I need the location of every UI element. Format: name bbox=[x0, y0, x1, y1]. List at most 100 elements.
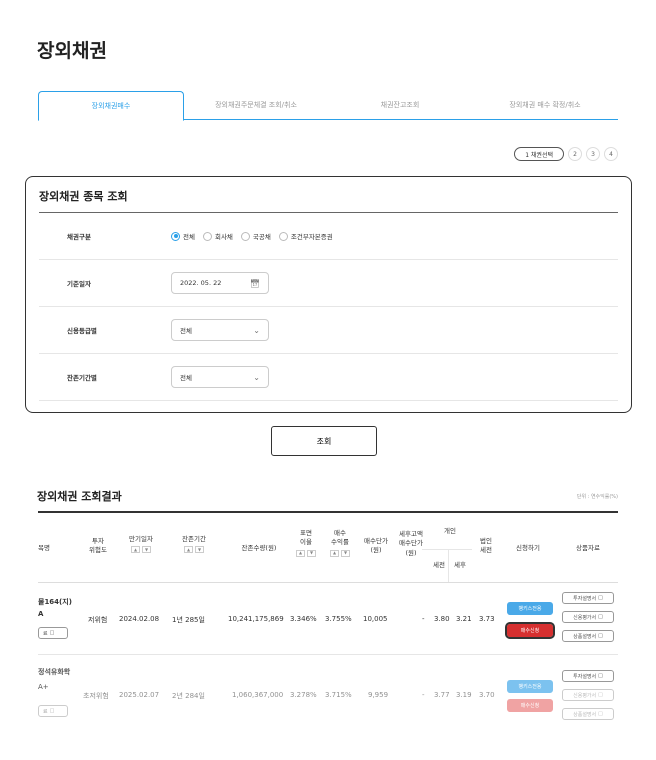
page-title: 장외채권 bbox=[37, 40, 107, 62]
credit-report-button[interactable]: 신용평가서 □ bbox=[562, 611, 614, 623]
prospectus-button[interactable]: 투자설명서 □ bbox=[562, 592, 614, 604]
search-panel-title: 장외채권 종목 조회 bbox=[39, 190, 128, 203]
chevron-down-icon: ⌄ bbox=[253, 325, 260, 335]
search-button[interactable]: 조회 bbox=[271, 426, 377, 456]
step-4[interactable]: 4 bbox=[604, 147, 618, 161]
step-1-pill[interactable]: 1 채권선택 bbox=[514, 147, 564, 161]
sort-buttons: ▲ ▼ bbox=[296, 549, 316, 557]
radio-government[interactable]: 국공채 bbox=[240, 231, 271, 241]
cell-remain: 2년 284일 bbox=[172, 692, 205, 700]
th-post-tax: 세후 bbox=[454, 561, 466, 569]
sort-asc-icon[interactable]: ▲ bbox=[131, 546, 140, 554]
sort-buttons: ▲ ▼ bbox=[184, 546, 204, 554]
sort-desc-icon[interactable]: ▼ bbox=[307, 549, 316, 557]
th-price: 매수단가 (원) bbox=[364, 537, 388, 555]
document-icon: □ bbox=[598, 711, 603, 717]
bankis-only-button[interactable]: 뱅키스전용 bbox=[507, 680, 553, 693]
credit-label: 신용등급별 bbox=[67, 327, 97, 335]
step-3[interactable]: 3 bbox=[586, 147, 600, 161]
cell-maturity: 2024.02.08 bbox=[119, 615, 160, 623]
th-pre-tax: 세전 bbox=[433, 561, 445, 569]
table-header: 목명 투자 위험도 만기일자 ▲ ▼ 잔존기간 ▲ ▼ 잔존수량(원) 표면 이율 … bbox=[38, 511, 618, 583]
cell-pre-tax: 3.80 bbox=[434, 615, 450, 623]
cell-post-tax: 3.19 bbox=[456, 691, 472, 699]
document-icon: □ bbox=[49, 630, 55, 636]
radio-contingent[interactable]: 조건부자본증권 bbox=[278, 231, 333, 241]
product-desc-button[interactable]: 상품설명서 □ bbox=[562, 708, 614, 720]
tab-order-inquiry[interactable]: 장외채권주문체결 조회/취소 bbox=[184, 90, 328, 120]
th-after-tax: 세후고액 매수단가 (원) bbox=[399, 530, 423, 557]
sort-desc-icon[interactable]: ▼ bbox=[142, 546, 151, 554]
step-pager: 1 채권선택 2 3 4 bbox=[514, 147, 618, 161]
product-desc-button[interactable]: 상품설명서 □ bbox=[562, 630, 614, 642]
th-risk: 투자 위험도 bbox=[89, 537, 107, 555]
sort-desc-icon[interactable]: ▼ bbox=[195, 546, 204, 554]
credit-report-button[interactable]: 신용평가서 □ bbox=[562, 689, 614, 701]
tab-balance[interactable]: 채권잔고조회 bbox=[328, 90, 472, 120]
radio-all[interactable]: 전체 bbox=[171, 231, 195, 241]
sort-asc-icon[interactable]: ▲ bbox=[184, 546, 193, 554]
bond-name: 물164(지) A bbox=[38, 598, 72, 618]
credit-select[interactable]: 전체 ⌄ bbox=[171, 319, 269, 341]
bond-type-radios: 전체 회사채 국공채 조건부자본증권 bbox=[171, 231, 337, 241]
name-doc-button[interactable]: 료 □ bbox=[38, 705, 68, 717]
cell-price: 9,959 bbox=[368, 691, 389, 699]
name-doc-button[interactable]: 료 □ bbox=[38, 627, 68, 639]
cell-after-tax: - bbox=[422, 691, 425, 699]
unit-note: 단위 : 연수익률(%) bbox=[576, 494, 618, 500]
radio-corporate[interactable]: 회사채 bbox=[202, 231, 233, 241]
sort-buttons: ▲ ▼ bbox=[330, 549, 350, 557]
th-apply: 신청하기 bbox=[516, 544, 540, 552]
document-icon: □ bbox=[598, 633, 603, 639]
chevron-down-icon: ⌄ bbox=[253, 372, 260, 382]
cell-yield: 3.755% bbox=[325, 615, 352, 623]
base-date-input[interactable]: 2022. 05. 22 📅︎ bbox=[171, 272, 269, 294]
radio-circle[interactable] bbox=[240, 231, 250, 241]
table-row: 정석유화학 A+ 료 □ 초저위험 2025.02.07 2년 284일 1,06… bbox=[38, 655, 618, 727]
cell-coupon: 3.346% bbox=[290, 615, 317, 623]
cell-remain: 1년 285일 bbox=[172, 616, 205, 624]
th-qty: 잔존수량(원) bbox=[241, 544, 277, 552]
th-remain: 잔존기간 ▲ ▼ bbox=[182, 535, 206, 554]
tab-bond-buy[interactable]: 장외채권매수 bbox=[38, 91, 184, 121]
bankis-only-button[interactable]: 뱅키스전용 bbox=[507, 602, 553, 615]
th-indiv: 개인 bbox=[444, 527, 456, 535]
cell-post-tax: 3.21 bbox=[456, 615, 472, 623]
document-icon: □ bbox=[598, 614, 603, 620]
radio-circle[interactable] bbox=[278, 231, 288, 241]
buy-request-button[interactable]: 매수신청 bbox=[507, 699, 553, 712]
radio-circle-checked[interactable] bbox=[171, 231, 180, 241]
divider bbox=[448, 549, 449, 582]
th-corp: 법인 세전 bbox=[480, 537, 492, 555]
sort-buttons: ▲ ▼ bbox=[131, 546, 151, 554]
cell-qty: 10,241,175,869 bbox=[228, 615, 284, 623]
bond-name: 정석유화학 A+ bbox=[38, 668, 71, 691]
sort-asc-icon[interactable]: ▲ bbox=[330, 549, 339, 557]
divider bbox=[422, 549, 472, 550]
results-title: 장외채권 조회결과 bbox=[37, 490, 122, 503]
remaining-select[interactable]: 전체 ⌄ bbox=[171, 366, 269, 388]
cell-risk: 저위험 bbox=[88, 616, 108, 624]
document-icon: □ bbox=[598, 692, 603, 698]
th-name: 목명 bbox=[38, 544, 50, 552]
bond-type-label: 채권구분 bbox=[67, 233, 91, 241]
radio-circle[interactable] bbox=[202, 231, 212, 241]
step-2[interactable]: 2 bbox=[568, 147, 582, 161]
document-icon: □ bbox=[49, 708, 55, 714]
results-table: 목명 투자 위험도 만기일자 ▲ ▼ 잔존기간 ▲ ▼ 잔존수량(원) 표면 이율 … bbox=[38, 511, 618, 727]
calendar-icon[interactable]: 📅︎ bbox=[250, 279, 260, 288]
prospectus-button[interactable]: 투자설명서 □ bbox=[562, 670, 614, 682]
tab-buy-confirm[interactable]: 장외채권 매수 확정/취소 bbox=[472, 90, 618, 120]
th-coupon: 표면 이율 ▲ ▼ bbox=[293, 529, 319, 558]
search-panel: 장외채권 종목 조회 채권구분 전체 회사채 국공채 조건부자본증권 기준일자 … bbox=[25, 176, 632, 413]
tab-bar: 장외채권매수 장외채권주문체결 조회/취소 채권잔고조회 장외채권 매수 확정/… bbox=[38, 90, 618, 121]
th-maturity: 만기일자 ▲ ▼ bbox=[129, 535, 153, 554]
buy-request-button[interactable]: 매수신청 bbox=[505, 622, 555, 639]
cell-after-tax: - bbox=[422, 615, 425, 623]
cell-price: 10,005 bbox=[363, 615, 388, 623]
document-icon: □ bbox=[598, 673, 603, 679]
cell-yield: 3.715% bbox=[325, 691, 352, 699]
sort-asc-icon[interactable]: ▲ bbox=[296, 549, 305, 557]
row-bond-type: 채권구분 전체 회사채 국공채 조건부자본증권 bbox=[39, 213, 618, 260]
sort-desc-icon[interactable]: ▼ bbox=[341, 549, 350, 557]
